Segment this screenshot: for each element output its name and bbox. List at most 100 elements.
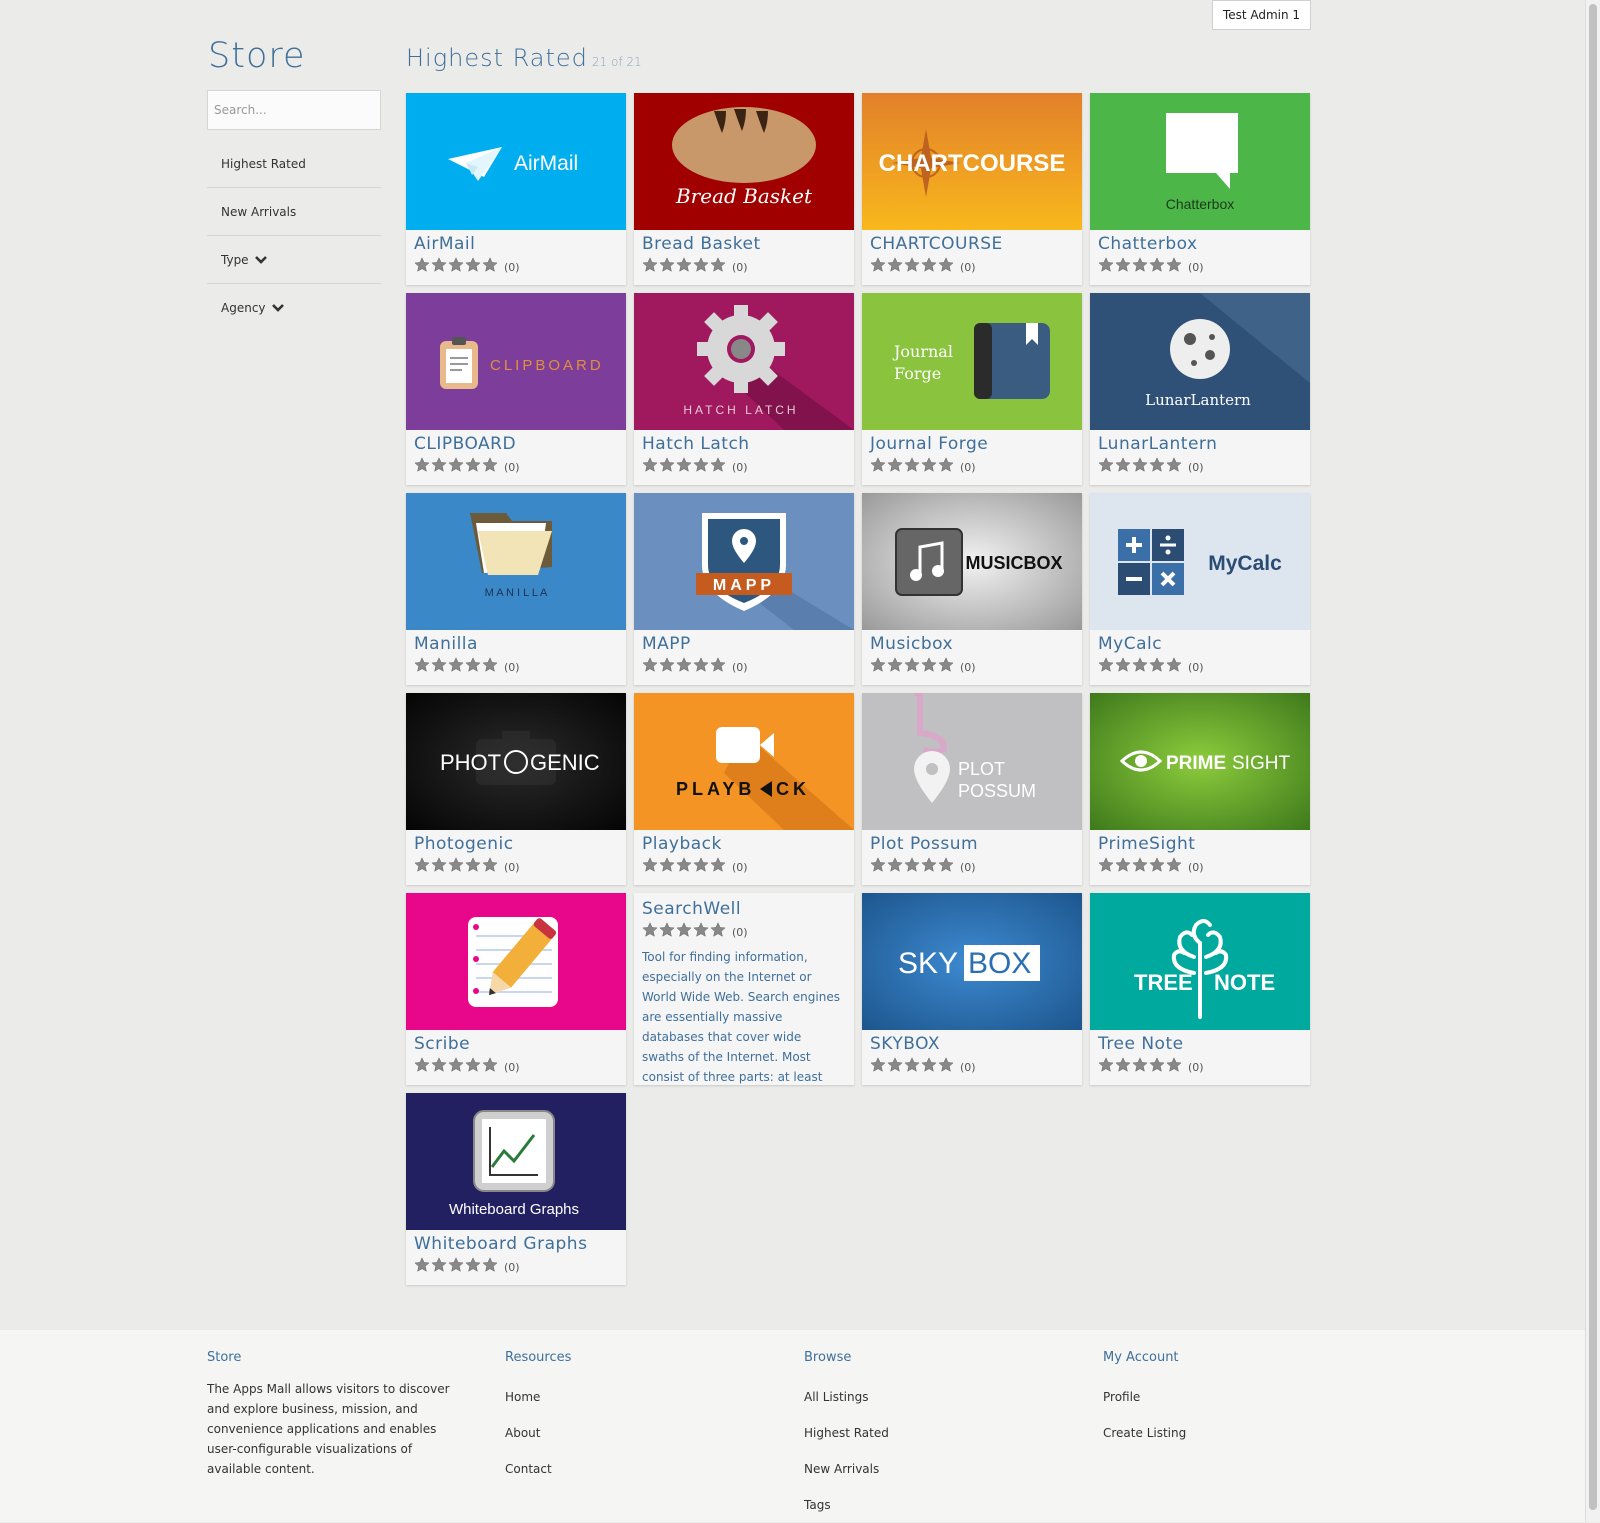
page-scrollbar[interactable] <box>1585 0 1600 1522</box>
star-icon <box>1098 1057 1114 1072</box>
star-icon <box>1149 457 1165 472</box>
sidebar-item-agency[interactable]: Agency <box>207 284 381 332</box>
star-icon <box>482 857 498 872</box>
listing-card-chartcourse[interactable]: CHARTCOURSE CHARTCOURSE (0) <box>862 93 1082 285</box>
listing-card-musicbox[interactable]: MUSICBOX Musicbox (0) <box>862 493 1082 685</box>
banner-text: CHARTCOURSE <box>879 150 1066 177</box>
footer-link-create-listing[interactable]: Create Listing <box>1103 1415 1186 1451</box>
star-icon <box>887 657 903 672</box>
star-icon <box>1098 257 1114 272</box>
banner-text-2: GENIC <box>530 750 600 775</box>
listing-card-tree-note[interactable]: TREE NOTE Tree Note (0) <box>1090 893 1310 1085</box>
listing-name[interactable]: MyCalc <box>1098 634 1162 654</box>
rating-stars: (0) <box>414 857 520 875</box>
user-menu-button[interactable]: Test Admin 1 <box>1212 0 1311 30</box>
sidebar-item-highest-rated[interactable]: Highest Rated <box>207 140 381 188</box>
listing-card-journal-forge[interactable]: Journal Forge Journal Forge (0) <box>862 293 1082 485</box>
star-icon <box>1166 857 1182 872</box>
clipboard-icon <box>440 337 478 389</box>
footer-link-about[interactable]: About <box>505 1415 571 1451</box>
rating-count: (0) <box>960 460 976 474</box>
star-icon <box>1132 1057 1148 1072</box>
sidebar-item-type[interactable]: Type <box>207 236 381 284</box>
footer-heading: My Account <box>1103 1350 1179 1365</box>
star-icon <box>1166 1057 1182 1072</box>
star-icon <box>431 257 447 272</box>
rating-stars: (0) <box>870 657 976 675</box>
listing-name[interactable]: SKYBOX <box>870 1034 940 1054</box>
listing-card-airmail[interactable]: AirMail AirMail (0) <box>406 93 626 285</box>
star-icon <box>904 1057 920 1072</box>
sidebar-nav: Highest Rated New Arrivals Type Agency <box>207 140 381 332</box>
listing-card-mycalc[interactable]: MyCalc MyCalc (0) <box>1090 493 1310 685</box>
banner-text-2: BOX <box>968 947 1031 980</box>
star-icon <box>1166 257 1182 272</box>
listing-name[interactable]: Photogenic <box>414 834 514 854</box>
moon-icon <box>1170 319 1230 379</box>
rating-stars: (0) <box>1098 857 1204 875</box>
footer: Store The Apps Mall allows visitors to d… <box>0 1330 1585 1522</box>
banner-text-2: CK <box>776 779 810 799</box>
listing-name[interactable]: CHARTCOURSE <box>870 234 1003 254</box>
listing-card-mapp[interactable]: MAPP MAPP (0) <box>634 493 854 685</box>
listing-card-bread-basket[interactable]: Bread Basket Bread Basket (0) <box>634 93 854 285</box>
listing-card-clipboard[interactable]: CLIPBOARD CLIPBOARD (0) <box>406 293 626 485</box>
listing-name[interactable]: Tree Note <box>1098 1034 1184 1054</box>
tree-note-banner: TREE NOTE <box>1090 893 1310 1030</box>
listing-name[interactable]: CLIPBOARD <box>414 434 516 454</box>
listing-card-hatch-latch[interactable]: HATCH LATCH Hatch Latch (0) <box>634 293 854 485</box>
listing-card-lunarlantern[interactable]: LunarLantern LunarLantern (0) <box>1090 293 1310 485</box>
footer-link-profile[interactable]: Profile <box>1103 1379 1186 1415</box>
footer-heading: Resources <box>505 1350 572 1365</box>
footer-link-tags[interactable]: Tags <box>804 1487 889 1523</box>
listing-name[interactable]: Scribe <box>414 1034 470 1054</box>
star-icon <box>431 857 447 872</box>
listing-card-chatterbox[interactable]: Chatterbox Chatterbox (0) <box>1090 93 1310 285</box>
star-icon <box>870 1057 886 1072</box>
star-icon <box>414 857 430 872</box>
bread-basket-banner: Bread Basket <box>634 93 854 230</box>
footer-link-all-listings[interactable]: All Listings <box>804 1379 889 1415</box>
listing-card-scribe[interactable]: Scribe (0) <box>406 893 626 1085</box>
listing-name[interactable]: MAPP <box>642 634 691 654</box>
listing-card-playback[interactable]: PLAYB CK Playback (0) <box>634 693 854 885</box>
listing-card-manilla[interactable]: M A N I L L A Manilla (0) <box>406 493 626 685</box>
listing-name[interactable]: Whiteboard Graphs <box>414 1234 587 1254</box>
search-input[interactable] <box>207 90 381 130</box>
scrollbar-thumb[interactable] <box>1589 4 1597 1510</box>
listing-card-whiteboard-graphs[interactable]: Whiteboard Graphs Whiteboard Graphs (0) <box>406 1093 626 1285</box>
footer-description: The Apps Mall allows visitors to discove… <box>207 1382 450 1476</box>
listing-card-photogenic[interactable]: PHOT GENIC Photogenic (0) <box>406 693 626 885</box>
star-icon <box>1166 657 1182 672</box>
star-icon <box>431 657 447 672</box>
listing-card-primesight[interactable]: PRIME SIGHT PrimeSight (0) <box>1090 693 1310 885</box>
listing-card-plot-possum[interactable]: PLOT POSSUM Plot Possum (0) <box>862 693 1082 885</box>
footer-link-highest-rated[interactable]: Highest Rated <box>804 1415 889 1451</box>
listing-name[interactable]: Playback <box>642 834 722 854</box>
listing-name[interactable]: Journal Forge <box>870 434 988 454</box>
listing-card-searchwell[interactable]: SearchWell (0) Tool for finding informat… <box>634 893 854 1085</box>
listing-card-skybox[interactable]: SKY BOX SKYBOX (0) <box>862 893 1082 1085</box>
rating-stars: (0) <box>414 457 520 475</box>
listing-name[interactable]: AirMail <box>414 234 475 254</box>
listing-name[interactable]: Chatterbox <box>1098 234 1198 254</box>
listing-name[interactable]: LunarLantern <box>1098 434 1217 454</box>
listing-name[interactable]: Hatch Latch <box>642 434 750 454</box>
listing-name[interactable]: PrimeSight <box>1098 834 1195 854</box>
listing-name[interactable]: Musicbox <box>870 634 953 654</box>
footer-link-contact[interactable]: Contact <box>505 1451 571 1487</box>
chartcourse-banner: CHARTCOURSE <box>862 93 1082 230</box>
listing-name[interactable]: Plot Possum <box>870 834 978 854</box>
rating-stars: (0) <box>1098 457 1204 475</box>
rating-stars: (0) <box>870 457 976 475</box>
rating-count: (0) <box>504 460 520 474</box>
footer-link-home[interactable]: Home <box>505 1379 571 1415</box>
sidebar-item-new-arrivals[interactable]: New Arrivals <box>207 188 381 236</box>
rating-count: (0) <box>504 1260 520 1274</box>
footer-link-new-arrivals[interactable]: New Arrivals <box>804 1451 889 1487</box>
listing-name[interactable]: Manilla <box>414 634 478 654</box>
footer-heading: Browse <box>804 1350 852 1365</box>
listing-name[interactable]: SearchWell <box>642 899 741 919</box>
rating-count: (0) <box>732 860 748 874</box>
listing-name[interactable]: Bread Basket <box>642 234 761 254</box>
